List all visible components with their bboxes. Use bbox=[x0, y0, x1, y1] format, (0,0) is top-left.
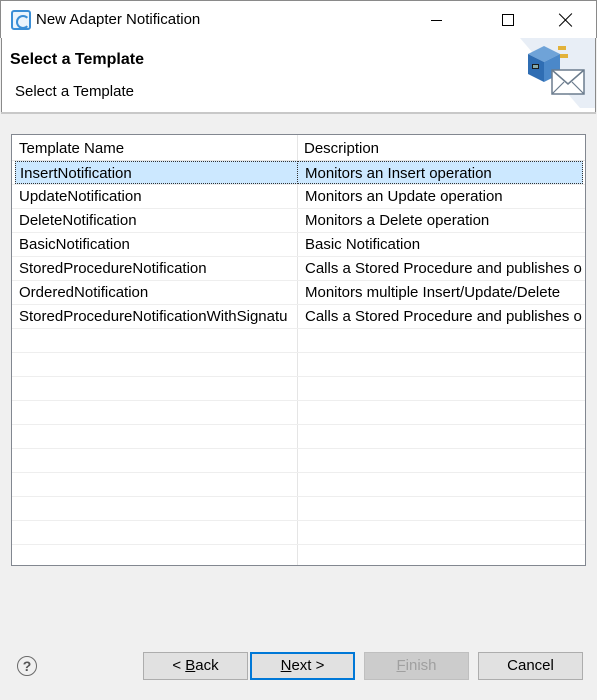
finish-mnemonic: F bbox=[396, 657, 406, 674]
description-cell: Monitors multiple Insert/Update/Delete bbox=[305, 284, 561, 301]
table-body: InsertNotification Monitors an Insert op… bbox=[12, 161, 585, 565]
back-button[interactable]: < Back bbox=[143, 652, 248, 680]
empty-cell bbox=[298, 497, 583, 520]
empty-cell bbox=[298, 329, 583, 352]
empty-table-row bbox=[12, 545, 585, 565]
empty-table-row bbox=[12, 425, 585, 449]
page-title: Select a Template bbox=[10, 51, 144, 68]
table-row[interactable]: StoredProcedureNotification Calls a Stor… bbox=[12, 257, 585, 281]
empty-cell bbox=[15, 545, 298, 565]
empty-cell bbox=[298, 425, 583, 448]
table-row[interactable]: StoredProcedureNotificationWithSignatu C… bbox=[12, 305, 585, 329]
empty-table-row bbox=[12, 377, 585, 401]
close-icon bbox=[559, 13, 573, 27]
template-name-cell: UpdateNotification bbox=[15, 185, 298, 208]
empty-cell bbox=[298, 353, 583, 376]
minimize-button[interactable] bbox=[412, 1, 460, 39]
description-cell: Monitors an Update operation bbox=[305, 188, 503, 205]
empty-cell bbox=[15, 401, 298, 424]
empty-cell bbox=[15, 497, 298, 520]
back-mnemonic: B bbox=[185, 657, 196, 674]
template-name-cell: InsertNotification bbox=[15, 161, 298, 184]
minimize-icon bbox=[430, 19, 442, 21]
wizard-banner: Select a Template Select a Template bbox=[1, 38, 596, 112]
table-row[interactable]: DeleteNotification Monitors a Delete ope… bbox=[12, 209, 585, 233]
column-header-template-name[interactable]: Template Name bbox=[12, 135, 298, 161]
template-name-cell: StoredProcedureNotification bbox=[15, 257, 298, 280]
description-cell: Basic Notification bbox=[305, 236, 421, 253]
empty-table-row bbox=[12, 353, 585, 377]
maximize-button[interactable] bbox=[484, 1, 532, 39]
template-table[interactable]: Template Name Description InsertNotifica… bbox=[11, 134, 586, 566]
next-mnemonic: N bbox=[280, 657, 292, 674]
empty-cell bbox=[15, 449, 298, 472]
empty-table-row bbox=[12, 329, 585, 353]
empty-cell bbox=[15, 425, 298, 448]
empty-table-row bbox=[12, 521, 585, 545]
window-title: New Adapter Notification bbox=[36, 11, 201, 28]
description-cell: Monitors a Delete operation bbox=[305, 212, 490, 229]
table-header: Template Name Description bbox=[12, 135, 585, 161]
empty-table-row bbox=[12, 497, 585, 521]
next-button[interactable]: Next > bbox=[250, 652, 355, 680]
close-button[interactable] bbox=[542, 1, 590, 39]
banner-separator bbox=[1, 112, 596, 114]
back-label-rest: ack bbox=[195, 657, 219, 674]
empty-cell bbox=[298, 449, 583, 472]
description-cell: Calls a Stored Procedure and publishes o bbox=[305, 308, 582, 325]
back-prefix: < bbox=[172, 657, 186, 674]
empty-cell bbox=[298, 473, 583, 496]
template-name-cell: DeleteNotification bbox=[15, 209, 298, 232]
finish-label-rest: inish bbox=[405, 657, 437, 674]
empty-cell bbox=[298, 401, 583, 424]
empty-cell bbox=[298, 521, 583, 544]
window-titlebar: New Adapter Notification bbox=[0, 0, 597, 38]
empty-table-row bbox=[12, 449, 585, 473]
column-header-description[interactable]: Description bbox=[298, 135, 585, 161]
cancel-button[interactable]: Cancel bbox=[478, 652, 583, 680]
template-name-cell: OrderedNotification bbox=[15, 281, 298, 304]
empty-cell bbox=[15, 473, 298, 496]
table-row[interactable]: UpdateNotification Monitors an Update op… bbox=[12, 185, 585, 209]
empty-cell bbox=[15, 329, 298, 352]
empty-cell bbox=[15, 377, 298, 400]
description-cell: Calls a Stored Procedure and publishes o bbox=[305, 260, 582, 277]
empty-cell bbox=[298, 545, 583, 565]
empty-table-row bbox=[12, 401, 585, 425]
app-icon bbox=[11, 10, 31, 30]
empty-cell bbox=[298, 377, 583, 400]
template-name-cell: BasicNotification bbox=[15, 233, 298, 256]
table-row[interactable]: BasicNotification Basic Notification bbox=[12, 233, 585, 257]
table-row[interactable]: OrderedNotification Monitors multiple In… bbox=[12, 281, 585, 305]
help-icon: ? bbox=[22, 658, 32, 674]
empty-cell bbox=[15, 353, 298, 376]
finish-button[interactable]: Finish bbox=[364, 652, 469, 680]
next-label-rest: ext > bbox=[291, 657, 325, 674]
empty-cell bbox=[15, 521, 298, 544]
adapter-notification-icon bbox=[520, 38, 595, 108]
help-button[interactable]: ? bbox=[17, 656, 37, 676]
description-cell: Monitors an Insert operation bbox=[298, 161, 583, 184]
maximize-icon bbox=[502, 14, 514, 26]
page-description: Select a Template bbox=[15, 83, 134, 100]
template-name-cell: StoredProcedureNotificationWithSignatu bbox=[15, 305, 298, 328]
empty-table-row bbox=[12, 473, 585, 497]
table-row[interactable]: InsertNotification Monitors an Insert op… bbox=[12, 161, 585, 185]
